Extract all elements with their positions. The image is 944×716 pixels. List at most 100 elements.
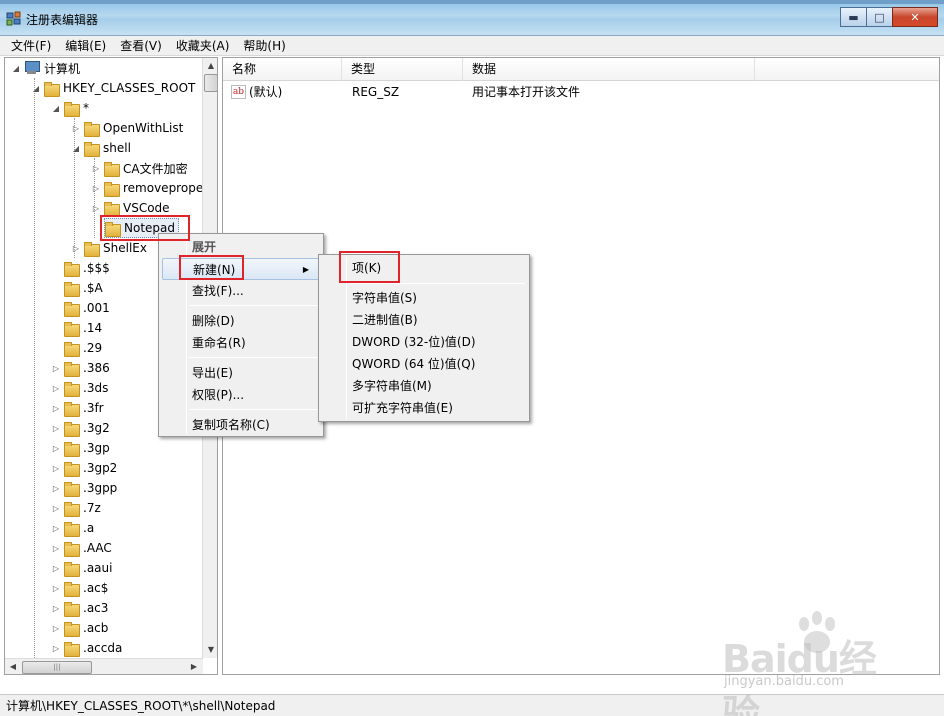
- expand-arrow-icon[interactable]: ▷: [91, 184, 101, 193]
- expand-arrow-icon[interactable]: ▷: [51, 544, 61, 553]
- expand-arrow-icon[interactable]: ▷: [71, 244, 81, 253]
- tree-item-removeprope[interactable]: ▷ removeprope: [91, 178, 203, 198]
- menu-item-multi-string-value[interactable]: 多字符串值(M): [322, 375, 526, 397]
- menu-item-permissions[interactable]: 权限(P)...: [162, 384, 320, 406]
- tree-item-extension[interactable]: ▷ .3fr: [51, 398, 104, 418]
- tree-item-openwithlist[interactable]: ▷ OpenWithList: [71, 118, 183, 138]
- column-header-name[interactable]: 名称: [223, 58, 342, 81]
- scroll-thumb[interactable]: [204, 74, 217, 92]
- maximize-button[interactable]: □: [866, 7, 893, 27]
- tree-item-star[interactable]: ◢ *: [51, 98, 89, 118]
- tree-item-extension[interactable]: ▷ .ac$: [51, 578, 108, 598]
- expand-arrow-icon[interactable]: ▷: [51, 644, 61, 653]
- menu-item-rename[interactable]: 重命名(R): [162, 332, 320, 354]
- menu-item-qword-value[interactable]: QWORD (64 位)值(Q): [322, 353, 526, 375]
- tree-item-label: ShellEx: [103, 241, 147, 255]
- tree-item-ca[interactable]: ▷ CA文件加密: [91, 158, 188, 178]
- expand-arrow-icon[interactable]: ▷: [71, 124, 81, 133]
- folder-icon: [64, 341, 80, 357]
- watermark-url: jingyan.baidu.com: [724, 674, 844, 689]
- expand-arrow-icon[interactable]: ▷: [51, 624, 61, 633]
- expand-arrow-icon[interactable]: ▷: [51, 404, 61, 413]
- collapse-arrow-icon[interactable]: ◢: [71, 144, 81, 153]
- tree-item-label: .386: [83, 361, 110, 375]
- tree-item-extension[interactable]: ▷ .aaui: [51, 558, 112, 578]
- tree-item-label: *: [83, 101, 89, 115]
- tree-item-shell[interactable]: ◢ shell: [71, 138, 131, 158]
- tree-item-label: .3gpp: [83, 481, 118, 495]
- tree-item-extension[interactable]: .001: [51, 298, 110, 318]
- folder-icon: [104, 161, 120, 177]
- tree-item-extension[interactable]: ▷ .7z: [51, 498, 101, 518]
- folder-icon: [64, 361, 80, 377]
- expand-arrow-icon[interactable]: ▷: [51, 584, 61, 593]
- menu-help[interactable]: 帮助(H): [236, 36, 292, 56]
- list-row[interactable]: ab (默认) REG_SZ 用记事本打开该文件: [223, 82, 939, 102]
- tree-item-extension[interactable]: ▷ .accda: [51, 638, 122, 658]
- tree-item-extension[interactable]: .$A: [51, 278, 103, 298]
- tree-item-extension[interactable]: ▷ .a: [51, 518, 94, 538]
- scroll-thumb[interactable]: |||: [22, 661, 92, 674]
- menu-view[interactable]: 查看(V): [113, 36, 169, 56]
- expand-arrow-icon[interactable]: ▷: [51, 364, 61, 373]
- tree-item-label: .14: [83, 321, 103, 335]
- expand-arrow-icon[interactable]: ▷: [51, 424, 61, 433]
- tree-item-extension[interactable]: .$$$: [51, 258, 110, 278]
- menu-item-expandable-string-value[interactable]: 可扩充字符串值(E): [322, 397, 526, 419]
- value-name: (默认): [249, 85, 283, 99]
- tree-item-extension[interactable]: ▷ .3ds: [51, 378, 108, 398]
- tree-item-extension[interactable]: ▷ .acb: [51, 618, 108, 638]
- minimize-button[interactable]: ▬: [840, 7, 867, 27]
- tree-item-extension[interactable]: ▷ .3gp2: [51, 458, 117, 478]
- expand-arrow-icon[interactable]: ▷: [91, 164, 101, 173]
- expand-arrow-icon[interactable]: ▷: [51, 604, 61, 613]
- close-button[interactable]: ✕: [892, 7, 938, 27]
- menu-item-copy-key-name[interactable]: 复制项名称(C): [162, 414, 320, 436]
- scroll-left-arrow-icon[interactable]: ◀: [5, 659, 21, 674]
- tree-item-extension[interactable]: ▷ .386: [51, 358, 110, 378]
- folder-icon: [64, 481, 80, 497]
- expand-arrow-icon[interactable]: ▷: [51, 504, 61, 513]
- menu-file[interactable]: 文件(F): [4, 36, 58, 56]
- tree-item-extension[interactable]: .14: [51, 318, 102, 338]
- folder-icon: [64, 421, 80, 437]
- collapse-arrow-icon[interactable]: ◢: [31, 84, 41, 93]
- tree-item-extension[interactable]: ▷ .ac3: [51, 598, 108, 618]
- expand-arrow-icon[interactable]: ▷: [51, 484, 61, 493]
- menu-item-delete[interactable]: 删除(D): [162, 310, 320, 332]
- tree-item-extension[interactable]: ▷ .3g2: [51, 418, 110, 438]
- menu-bar: 文件(F) 编辑(E) 查看(V) 收藏夹(A) 帮助(H): [0, 36, 944, 56]
- collapse-arrow-icon[interactable]: ◢: [11, 64, 21, 73]
- menu-item-export[interactable]: 导出(E): [162, 362, 320, 384]
- scroll-up-arrow-icon[interactable]: ▲: [203, 58, 217, 74]
- tree-horizontal-scrollbar[interactable]: ◀ ||| ▶: [5, 658, 203, 674]
- column-header-data[interactable]: 数据: [463, 58, 755, 81]
- tree-item-shellex[interactable]: ▷ ShellEx: [71, 238, 147, 258]
- tree-item-computer[interactable]: ◢ 计算机: [11, 58, 80, 78]
- expand-arrow-icon[interactable]: ▷: [51, 524, 61, 533]
- folder-icon: [64, 601, 80, 617]
- expand-arrow-icon[interactable]: ▷: [91, 204, 101, 213]
- tree-item-extension[interactable]: .29: [51, 338, 102, 358]
- title-bar-strip: [0, 0, 944, 4]
- expand-arrow-icon[interactable]: ▷: [51, 464, 61, 473]
- tree-item-hkcr[interactable]: ◢ HKEY_CLASSES_ROOT: [31, 78, 195, 98]
- scroll-down-arrow-icon[interactable]: ▼: [203, 642, 217, 658]
- tree-item-extension[interactable]: ▷ .3gpp: [51, 478, 117, 498]
- menu-item-string-value[interactable]: 字符串值(S): [322, 287, 526, 309]
- list-header: 名称 类型 数据: [223, 58, 939, 81]
- tree-item-extension[interactable]: ▷ .AAC: [51, 538, 112, 558]
- expand-arrow-icon[interactable]: ▷: [51, 564, 61, 573]
- tree-item-label: .7z: [83, 501, 101, 515]
- collapse-arrow-icon[interactable]: ◢: [51, 104, 61, 113]
- menu-item-binary-value[interactable]: 二进制值(B): [322, 309, 526, 331]
- menu-favorites[interactable]: 收藏夹(A): [169, 36, 237, 56]
- tree-item-extension[interactable]: ▷ .3gp: [51, 438, 110, 458]
- scroll-right-arrow-icon[interactable]: ▶: [186, 659, 202, 674]
- menu-item-dword-value[interactable]: DWORD (32-位)值(D): [322, 331, 526, 353]
- expand-arrow-icon[interactable]: ▷: [51, 384, 61, 393]
- menu-edit[interactable]: 编辑(E): [58, 36, 113, 56]
- expand-arrow-icon[interactable]: ▷: [51, 444, 61, 453]
- column-header-type[interactable]: 类型: [342, 58, 463, 81]
- menu-item-find[interactable]: 查找(F)...: [162, 280, 320, 302]
